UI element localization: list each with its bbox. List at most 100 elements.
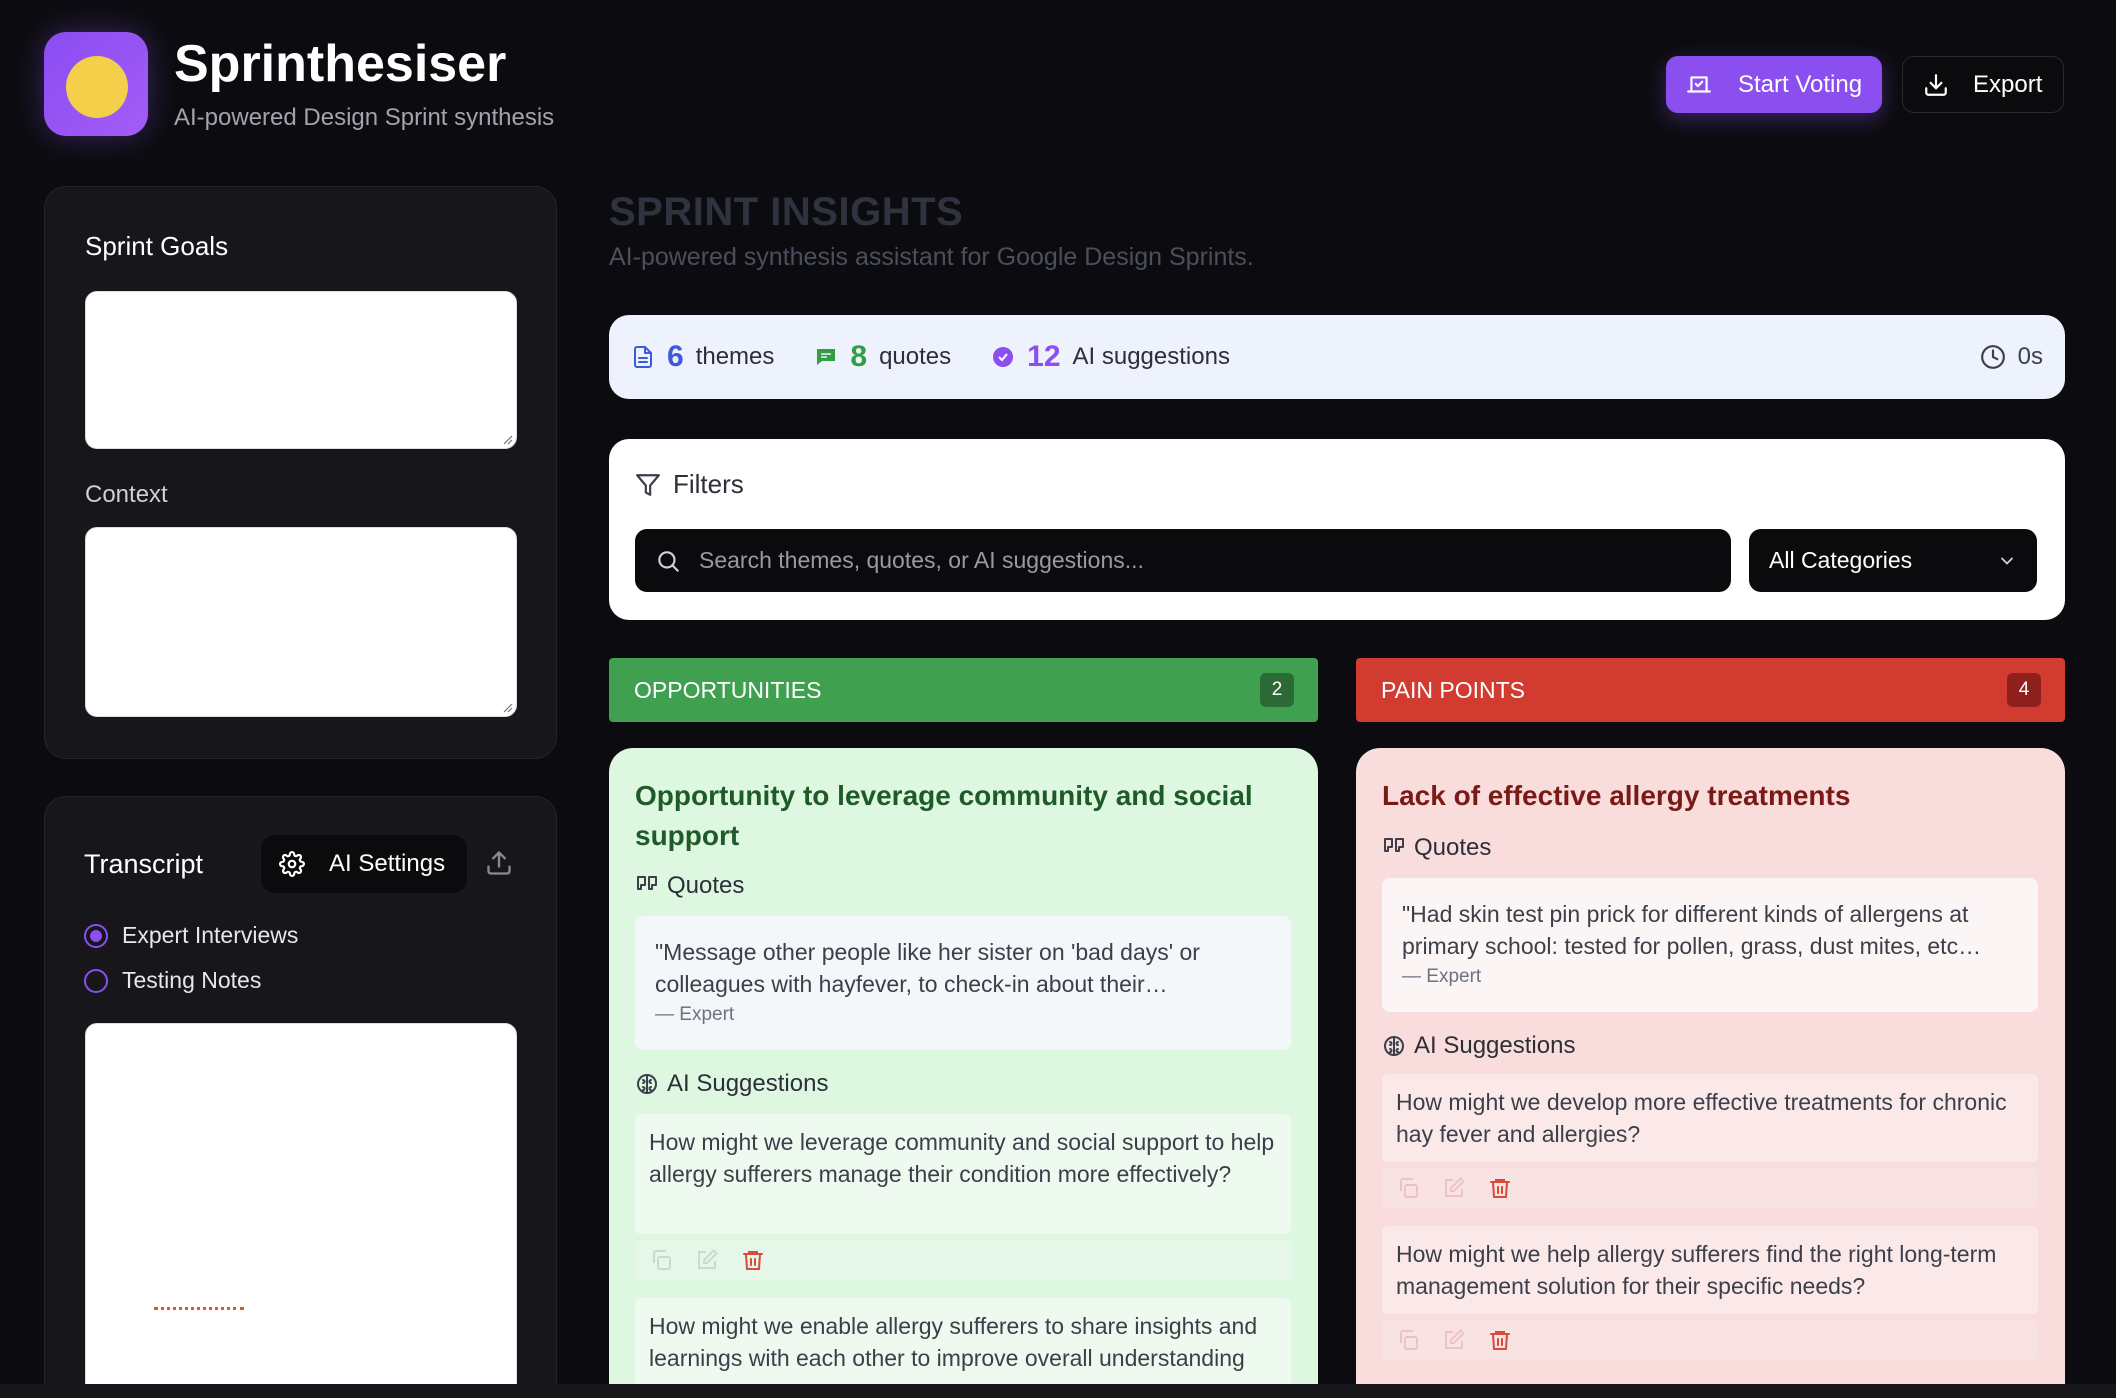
ai-suggestions-heading: AI Suggestions — [1382, 1032, 1575, 1060]
trash-icon[interactable] — [1488, 1176, 1512, 1200]
stats-bar: 6 themes 8 quotes 12 AI suggestions 0s — [609, 315, 2065, 399]
quote-author: — Expert — [1402, 966, 1482, 987]
elapsed-time: 0s — [1980, 343, 2043, 371]
export-button[interactable]: Export — [1902, 56, 2064, 113]
radio-unselected-icon — [84, 968, 108, 993]
sparkle-badge-icon — [993, 347, 1014, 367]
trash-icon[interactable] — [741, 1248, 765, 1272]
search-input[interactable] — [699, 547, 1699, 574]
themes-stat: 6 themes — [631, 340, 774, 374]
radio-label: Expert Interviews — [122, 922, 299, 948]
edit-icon[interactable] — [1442, 1176, 1466, 1200]
radio-expert-interviews[interactable]: Expert Interviews — [84, 922, 298, 949]
app-subtitle: AI-powered Design Sprint synthesis — [174, 104, 555, 131]
suggestion-actions — [635, 1240, 1291, 1280]
copy-icon[interactable] — [1396, 1328, 1420, 1352]
context-input[interactable] — [85, 527, 517, 717]
quotes-label: quotes — [879, 343, 952, 370]
voting-icon — [1687, 75, 1711, 93]
transcript-panel: Transcript AI Settings Expert Interviews… — [44, 796, 557, 1398]
ai-suggestion-item: How might we develop more effective trea… — [1382, 1074, 2038, 1162]
logo-dot — [66, 56, 128, 118]
resize-handle-icon[interactable] — [501, 701, 513, 713]
page-title: SPRINT INSIGHTS — [609, 190, 964, 234]
chevron-down-icon — [2001, 557, 2013, 565]
bottom-edge — [0, 1384, 2116, 1398]
column-label: PAIN POINTS — [1381, 676, 1525, 703]
radio-testing-notes[interactable]: Testing Notes — [84, 967, 261, 994]
theme-card-pain-point[interactable]: Lack of effective allergy treatments Quo… — [1356, 748, 2065, 1398]
themes-count: 6 — [667, 340, 684, 373]
column-count-badge: 4 — [2007, 673, 2041, 707]
app-title: Sprinthesiser — [174, 35, 507, 93]
column-header-opportunities: OPPORTUNITIES 2 — [609, 658, 1318, 722]
gear-icon — [279, 851, 305, 877]
category-select[interactable]: All Categories — [1749, 529, 2037, 592]
transcript-input[interactable] — [85, 1023, 517, 1398]
context-label: Context — [85, 481, 168, 508]
suggestions-label: AI suggestions — [1072, 343, 1230, 370]
radio-selected-icon — [84, 923, 108, 948]
quote-text: "Message other people like her sister on… — [655, 939, 1200, 997]
trash-icon[interactable] — [1488, 1328, 1512, 1352]
quote-item: "Had skin test pin prick for different k… — [1382, 878, 2038, 1012]
theme-card-opportunity[interactable]: Opportunity to leverage community and so… — [609, 748, 1318, 1398]
edit-icon[interactable] — [1442, 1328, 1466, 1352]
theme-title: Opportunity to leverage community and so… — [635, 780, 1253, 851]
copy-icon[interactable] — [649, 1248, 673, 1272]
filters-heading: Filters — [635, 469, 744, 500]
ai-settings-label: AI Settings — [329, 850, 446, 877]
elapsed-value: 0s — [2017, 343, 2043, 370]
radio-label: Testing Notes — [122, 967, 262, 993]
suggestions-count: 12 — [1027, 340, 1061, 373]
quote-item: "Message other people like her sister on… — [635, 916, 1291, 1050]
transcript-label: Transcript — [84, 849, 204, 879]
brain-icon — [1384, 1036, 1404, 1056]
start-voting-button[interactable]: Start Voting — [1666, 56, 1882, 113]
column-label: OPPORTUNITIES — [634, 676, 822, 703]
quotes-count: 8 — [850, 340, 868, 373]
suggestion-actions — [1382, 1168, 2038, 1208]
sprint-goals-input[interactable] — [85, 291, 517, 449]
themes-label: themes — [695, 343, 775, 370]
quote-author: — Expert — [655, 1004, 735, 1025]
quotes-heading: Quotes — [635, 872, 744, 900]
category-selected: All Categories — [1769, 547, 1913, 573]
document-icon — [634, 346, 652, 368]
spellcheck-underline — [154, 1307, 244, 1310]
message-icon — [817, 349, 836, 365]
search-box[interactable] — [635, 529, 1731, 592]
download-icon — [1925, 73, 1947, 96]
search-icon — [658, 550, 679, 572]
suggestion-actions — [1382, 1320, 2038, 1360]
filter-icon — [636, 473, 660, 496]
clock-icon — [1980, 345, 2005, 369]
quotes-label: Quotes — [667, 872, 745, 899]
edit-icon[interactable] — [695, 1248, 719, 1272]
quotes-heading: Quotes — [1382, 834, 1491, 862]
ai-suggestions-heading: AI Suggestions — [635, 1070, 828, 1098]
app-logo — [44, 32, 148, 136]
ai-suggestion-item: How might we leverage community and soci… — [635, 1114, 1291, 1234]
start-voting-label: Start Voting — [1738, 70, 1863, 98]
filters-title: Filters — [673, 469, 744, 499]
sprint-goals-panel: Sprint Goals Context — [44, 186, 557, 759]
quote-text: "Had skin test pin prick for different k… — [1402, 901, 1982, 959]
upload-icon[interactable] — [485, 849, 513, 877]
ai-suggestion-item: How might we enable allergy sufferers to… — [635, 1298, 1291, 1398]
quote-icon — [1384, 838, 1404, 852]
ai-suggestion-item: How might we help allergy sufferers find… — [1382, 1226, 2038, 1314]
sprint-goals-label: Sprint Goals — [85, 231, 229, 261]
theme-title: Lack of effective allergy treatments — [1382, 780, 1851, 811]
ai-suggestions-label: AI Suggestions — [667, 1070, 829, 1097]
quotes-stat: 8 quotes — [814, 340, 951, 374]
column-count-badge: 2 — [1260, 673, 1294, 707]
quote-icon — [637, 876, 657, 890]
copy-icon[interactable] — [1396, 1176, 1420, 1200]
resize-handle-icon[interactable] — [501, 433, 513, 445]
filters-panel: Filters All Categories — [609, 439, 2065, 620]
ai-settings-button[interactable]: AI Settings — [261, 835, 467, 893]
suggestions-stat: 12 AI suggestions — [991, 340, 1230, 374]
export-label: Export — [1973, 70, 2043, 98]
page-subtitle: AI-powered synthesis assistant for Googl… — [609, 243, 1254, 271]
